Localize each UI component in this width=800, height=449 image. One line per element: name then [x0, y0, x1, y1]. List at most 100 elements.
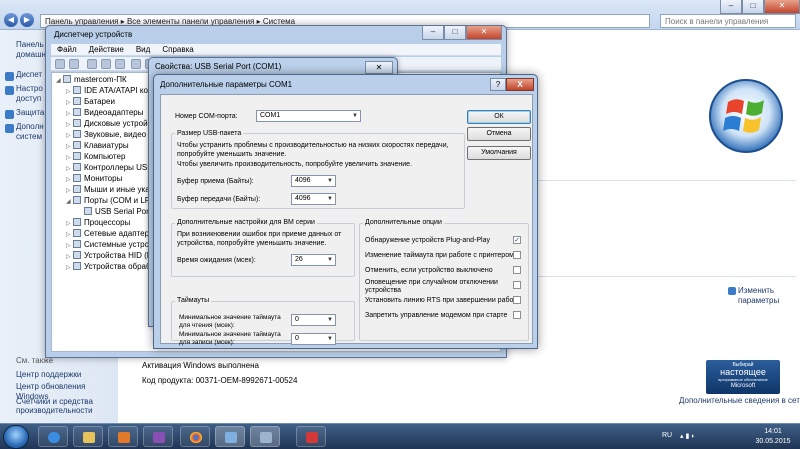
- genuine-microsoft-badge[interactable]: Выбирай настоящее программное обеспечени…: [706, 360, 780, 394]
- option-checkbox-printer-timeout[interactable]: [513, 251, 521, 259]
- menu-action[interactable]: Действие: [89, 45, 124, 54]
- network-icon: [73, 229, 81, 237]
- shield-icon: [5, 110, 14, 119]
- sidebar-link[interactable]: домашн: [16, 50, 46, 60]
- option-checkbox-modem[interactable]: [513, 311, 521, 319]
- minimize-button[interactable]: –: [422, 26, 444, 40]
- close-button[interactable]: X: [506, 78, 534, 91]
- bm-hint: устройства, попробуйте уменьшить значени…: [177, 240, 327, 247]
- processor-icon: [73, 218, 81, 226]
- tree-node[interactable]: ▷ Контроллеры USB: [66, 163, 153, 173]
- window-buttons: – □ ✕: [720, 0, 800, 14]
- tree-node[interactable]: ▷ Клавиатуры: [66, 141, 129, 151]
- back-button[interactable]: ◀: [4, 13, 18, 27]
- change-params-link-2[interactable]: параметры: [738, 296, 779, 305]
- tree-node[interactable]: ▷ Сетевые адаптеры: [66, 229, 155, 239]
- sidebar-link-remote[interactable]: Настро: [16, 84, 43, 94]
- tray-icons[interactable]: ▴ ▮ ◐: [680, 432, 695, 440]
- back-icon[interactable]: [55, 59, 65, 69]
- tree-node[interactable]: ▷ Мониторы: [66, 174, 122, 184]
- sidebar-link-advanced-2[interactable]: систем: [16, 132, 42, 142]
- tree-label: Видеоадаптеры: [84, 108, 144, 117]
- sidebar-link-advanced[interactable]: Дополн: [16, 122, 44, 132]
- menu-bar: Файл Действие Вид Справка: [51, 44, 501, 56]
- scan-icon[interactable]: [115, 59, 125, 69]
- language-indicator[interactable]: RU: [662, 432, 672, 439]
- taskbar-ie[interactable]: [38, 426, 68, 447]
- properties-icon[interactable]: [87, 59, 97, 69]
- option-checkbox-surprise-removal[interactable]: [513, 281, 521, 289]
- cancel-button[interactable]: Отмена: [467, 127, 531, 141]
- com-port-label: Номер COM-порта:: [175, 113, 238, 120]
- search-input[interactable]: Поиск в панели управления: [660, 14, 796, 28]
- latency-select[interactable]: 26: [291, 254, 336, 266]
- tree-node[interactable]: ▷ Мыши и иные указы: [66, 185, 159, 195]
- close-button[interactable]: ✕: [466, 26, 502, 40]
- tree-node[interactable]: ▷ Компьютер: [66, 152, 125, 162]
- tree-node[interactable]: ▷ Батареи: [66, 97, 115, 107]
- more-info-link[interactable]: Дополнительные сведения в сети...: [679, 396, 800, 405]
- taskbar-control-panel[interactable]: [215, 426, 245, 447]
- tree-node[interactable]: ▷ Системные устройс: [66, 240, 158, 250]
- rx-buffer-select[interactable]: 4096: [291, 175, 336, 187]
- option-checkbox-cancel-off[interactable]: [513, 266, 521, 274]
- sidebar-link-protection[interactable]: Защита: [16, 108, 44, 118]
- start-button[interactable]: [3, 425, 29, 449]
- sidebar-link-remote-2[interactable]: доступ: [16, 94, 41, 104]
- option-checkbox-rts[interactable]: [513, 296, 521, 304]
- clock[interactable]: 14:01 30.05.2015: [748, 427, 798, 447]
- menu-file[interactable]: Файл: [57, 45, 77, 54]
- taskbar-vs[interactable]: [143, 426, 173, 447]
- tree-label: Клавиатуры: [84, 141, 129, 150]
- taskbar-media[interactable]: [108, 426, 138, 447]
- chrome-icon: [190, 432, 202, 443]
- tree-node[interactable]: ▷ IDE ATA/ATAPI контр: [66, 86, 160, 96]
- link-action-center[interactable]: Центр поддержки: [16, 370, 81, 380]
- tree-node[interactable]: ▷ Дисковые устройст: [66, 119, 155, 129]
- latency-value: 26: [295, 256, 303, 263]
- clock-date: 30.05.2015: [755, 438, 791, 445]
- taskbar-explorer[interactable]: [73, 426, 103, 447]
- tree-node[interactable]: ▷ Видеоадаптеры: [66, 108, 144, 118]
- sidebar-link[interactable]: Панель: [16, 40, 44, 50]
- taskbar-device-manager[interactable]: [250, 426, 280, 447]
- close-button[interactable]: ✕: [764, 0, 800, 14]
- change-params-link[interactable]: Изменить: [738, 286, 774, 295]
- tree-node-ports[interactable]: ◢ Порты (COM и LPT): [66, 196, 158, 206]
- tree-node[interactable]: ▷ Процессоры: [66, 218, 130, 228]
- tree-node[interactable]: ▷ Звуковые, видео и и: [66, 130, 160, 140]
- close-button[interactable]: ✕: [365, 61, 393, 74]
- tree-node-root[interactable]: ◢ mastercom-ПК: [56, 75, 127, 85]
- minimize-button[interactable]: –: [720, 0, 742, 14]
- activation-status: Активация Windows выполнена: [142, 361, 259, 370]
- monitor-icon: [73, 174, 81, 182]
- defaults-button[interactable]: Умолчания: [467, 146, 531, 160]
- device-manager-title: Диспетчер устройств: [54, 30, 133, 39]
- write-timeout-select[interactable]: 0: [291, 333, 336, 345]
- help-icon[interactable]: [101, 59, 111, 69]
- read-timeout-select[interactable]: 0: [291, 314, 336, 326]
- menu-view[interactable]: Вид: [136, 45, 150, 54]
- bm-group-title: Дополнительные настройки для ВМ серии: [175, 218, 317, 227]
- tx-buffer-select[interactable]: 4096: [291, 193, 336, 205]
- tree-node[interactable]: ▷ Устройства обработ: [66, 262, 159, 272]
- maximize-button[interactable]: □: [444, 26, 466, 40]
- imaging-icon: [73, 262, 81, 270]
- tx-buffer-label: Буфер передачи (Байты):: [177, 196, 261, 203]
- help-button[interactable]: ?: [490, 78, 506, 91]
- taskbar-chrome[interactable]: [180, 426, 210, 447]
- forward-icon[interactable]: [69, 59, 79, 69]
- timeouts-group-title: Таймауты: [175, 296, 212, 305]
- ok-button[interactable]: ОК: [467, 110, 531, 124]
- write-timeout-value: 0: [295, 335, 299, 342]
- option-label: Установить линию RTS при завершении рабо…: [365, 297, 522, 304]
- sidebar-link-device-manager[interactable]: Диспет: [16, 70, 42, 80]
- taskbar-app[interactable]: [296, 426, 326, 447]
- maximize-button[interactable]: □: [742, 0, 764, 14]
- option-checkbox-pnp[interactable]: ✓: [513, 236, 521, 244]
- update-driver-icon[interactable]: [131, 59, 141, 69]
- link-performance-2[interactable]: производительности: [16, 406, 93, 416]
- menu-help[interactable]: Справка: [162, 45, 193, 54]
- forward-button[interactable]: ▶: [20, 13, 34, 27]
- com-port-select[interactable]: COM1: [256, 110, 361, 122]
